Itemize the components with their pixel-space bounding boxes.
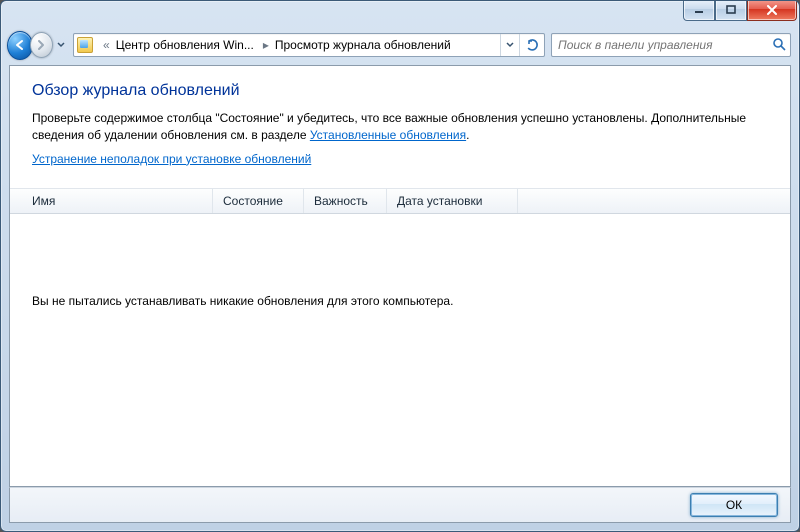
control-panel-window: « Центр обновления Win... ▸ Просмотр жур… (0, 0, 800, 532)
chevron-down-icon (506, 42, 514, 48)
column-importance[interactable]: Важность (304, 189, 387, 213)
window-controls (683, 0, 797, 21)
control-panel-icon (77, 37, 93, 53)
minimize-button[interactable] (683, 0, 715, 21)
breadcrumb-overflow[interactable]: « (97, 38, 112, 52)
breadcrumb-segment-2[interactable]: Просмотр журнала обновлений (271, 34, 458, 56)
column-install-date[interactable]: Дата установки (387, 189, 518, 213)
titlebar (1, 1, 799, 29)
address-bar[interactable]: « Центр обновления Win... ▸ Просмотр жур… (73, 33, 545, 57)
search-icon[interactable] (772, 37, 786, 54)
close-icon (766, 5, 778, 15)
chevron-down-icon (57, 42, 65, 48)
column-name[interactable]: Имя (10, 189, 213, 213)
address-dropdown[interactable] (500, 34, 519, 56)
nav-history-dropdown[interactable] (55, 35, 67, 55)
maximize-button[interactable] (715, 0, 747, 21)
maximize-icon (726, 5, 736, 15)
forward-button[interactable] (30, 32, 53, 58)
minimize-icon (694, 5, 704, 15)
column-status[interactable]: Состояние (213, 189, 304, 213)
search-input[interactable] (556, 37, 772, 53)
troubleshoot-link[interactable]: Устранение неполадок при установке обнов… (32, 152, 311, 166)
page-title: Обзор журнала обновлений (32, 82, 768, 100)
installed-updates-link[interactable]: Установленные обновления (310, 128, 466, 142)
back-button[interactable] (7, 31, 33, 60)
empty-list-message: Вы не пытались устанавливать никакие обн… (10, 214, 790, 308)
column-headers: Имя Состояние Важность Дата установки (10, 188, 790, 214)
search-box[interactable] (551, 33, 791, 57)
bottom-bar: ОК (9, 487, 791, 523)
nav-row: « Центр обновления Win... ▸ Просмотр жур… (1, 29, 799, 61)
refresh-icon (525, 38, 539, 52)
arrow-right-icon (35, 39, 47, 51)
content-panel: Обзор журнала обновлений Проверьте содер… (9, 65, 791, 487)
breadcrumb-segment-1[interactable]: Центр обновления Win... (112, 34, 261, 56)
arrow-left-icon (13, 38, 27, 52)
ok-button[interactable]: ОК (690, 493, 778, 517)
close-button[interactable] (747, 0, 797, 21)
breadcrumb-separator: ▸ (261, 38, 271, 52)
refresh-button[interactable] (519, 34, 544, 56)
page-description: Проверьте содержимое столбца "Состояние"… (32, 110, 768, 145)
page-description-post: . (466, 128, 469, 142)
nav-buttons (7, 30, 67, 60)
